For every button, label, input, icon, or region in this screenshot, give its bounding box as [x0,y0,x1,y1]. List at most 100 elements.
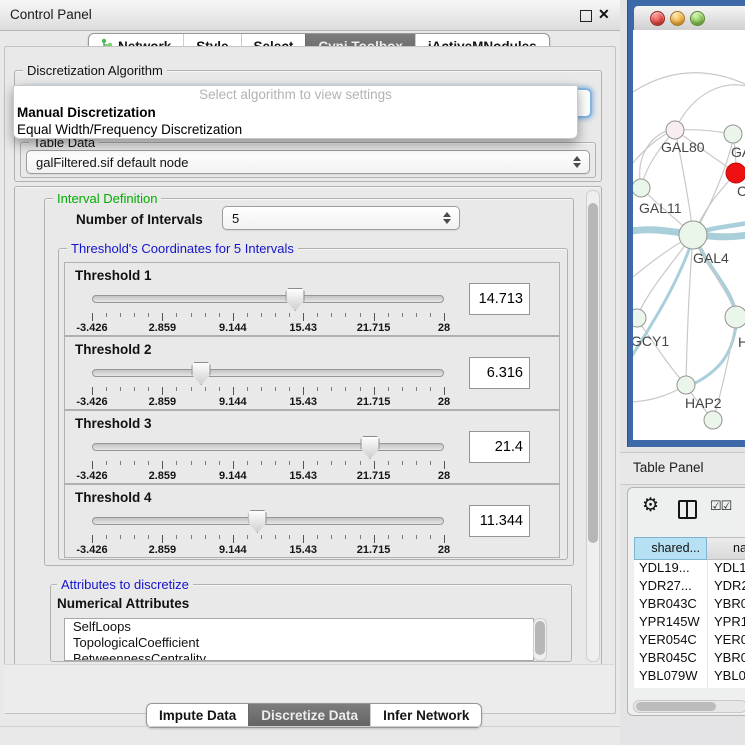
threshold-slider[interactable]: -3.4262.8599.14415.4321.71528 [92,363,444,407]
network-node[interactable] [666,121,684,139]
tab-discretize-data[interactable]: Discretize Data [248,704,370,727]
numerical-attributes-label: Numerical Attributes [57,596,189,611]
table-row[interactable]: YBR043CYBR0 [634,596,745,614]
threshold-panel-3: Threshold 3 -3.4262.8599.14415.4321.7152… [64,410,560,484]
attributes-list[interactable]: SelfLoopsTopologicalCoefficientBetweenne… [64,618,534,661]
columns-icon[interactable] [678,500,697,519]
node-table: shared... na YDL19...YDL1YDR27...YDR2YBR… [634,537,745,688]
table-row[interactable]: YDR27...YDR2 [634,578,745,596]
slider-track[interactable] [92,517,444,525]
table-row[interactable]: YLR345WYLR3 [634,686,745,688]
slider-track[interactable] [92,443,444,451]
threshold-panel-1: Threshold 1 -3.4262.8599.14415.4321.7152… [64,262,560,336]
table-panel-titlebar: Table Panel [620,452,745,485]
threshold-slider[interactable]: -3.4262.8599.14415.4321.71528 [92,437,444,481]
table-panel: ⚙ ☑☑ shared... na YDL19...YDL1YDR27...YD… [627,487,745,716]
scrollbar-thumb[interactable] [535,621,545,655]
tab-infer-network[interactable]: Infer Network [370,704,481,727]
table-header-row: shared... na [634,537,745,560]
table-data-combobox[interactable]: galFiltered.sif default node [26,150,590,174]
algorithm-option-equal-width[interactable]: Equal Width/Frequency Discretization [14,121,577,138]
slider-track[interactable] [92,295,444,303]
network-node[interactable] [633,309,646,327]
table-panel-title: Table Panel [633,460,704,475]
slider-ticks [92,387,444,396]
node-label: GCY1 [633,333,669,349]
table-row[interactable]: YBR045CYBR0 [634,650,745,668]
tab-impute-data[interactable]: Impute Data [147,704,248,727]
threshold-slider[interactable]: -3.4262.8599.14415.4321.71528 [92,289,444,333]
group-title: Interval Definition [53,191,161,206]
divider [0,726,620,727]
column-header-shared-name[interactable]: shared... [634,537,707,560]
slider-thumb[interactable] [192,362,211,385]
network-node[interactable] [726,163,745,183]
network-node[interactable] [724,125,742,143]
group-title: Discretization Algorithm [23,63,167,78]
node-label: GAL80 [661,139,705,155]
threshold-value-field[interactable]: 11.344 [469,505,530,537]
tab-label: Discretize Data [261,708,358,723]
close-icon[interactable]: ✕ [598,6,610,23]
network-canvas[interactable]: GAL80GACGAL11GAL4GCY1HHAP2 [633,30,745,440]
threshold-slider[interactable]: -3.4262.8599.14415.4321.71528 [92,511,444,555]
network-node[interactable] [725,306,745,328]
float-window-icon[interactable] [580,10,592,22]
slider-ticks [92,535,444,544]
combo-spinner-icon [573,156,582,168]
node-label: H [738,334,745,350]
node-label: C [737,183,745,199]
table-row[interactable]: YER054CYER0 [634,632,745,650]
zoom-traffic-light-icon[interactable] [690,11,705,26]
network-node[interactable] [633,179,650,197]
attribute-item[interactable]: SelfLoops [65,619,533,635]
settings-vertical-scrollbar[interactable] [586,190,600,662]
table-horizontal-scrollbar[interactable] [633,700,745,713]
slider-track[interactable] [92,369,444,377]
group-title: Attributes to discretize [57,577,193,592]
threshold-value-field[interactable]: 14.713 [469,283,530,315]
scrollbar-thumb[interactable] [588,203,598,543]
scrollbar-thumb[interactable] [636,702,716,711]
column-header-name[interactable]: na [707,537,745,560]
node-label: GAL11 [639,200,682,216]
node-label: GAL4 [693,250,729,266]
network-node[interactable] [679,221,707,249]
num-intervals-label: Number of Intervals [76,212,203,227]
slider-thumb[interactable] [248,510,267,533]
num-intervals-combobox[interactable]: 5 [222,206,460,230]
threshold-label: Threshold 1 [75,268,152,283]
threshold-value-field[interactable]: 21.4 [469,431,530,463]
slider-thumb[interactable] [361,436,380,459]
algorithm-dropdown-popup: Select algorithm to view settings Manual… [13,85,578,139]
slider-thumb[interactable] [286,288,305,311]
attribute-item[interactable]: BetweennessCentrality [65,651,533,661]
slider-tick-labels: -3.4262.8599.14415.4321.71528 [92,396,444,408]
table-body: YDL19...YDL1YDR27...YDR2YBR043CYBR0YPR14… [634,560,745,688]
table-row[interactable]: YBL079WYBL0 [634,668,745,686]
slider-tick-labels: -3.4262.8599.14415.4321.71528 [92,470,444,482]
attribute-item[interactable]: TopologicalCoefficient [65,635,533,651]
slider-ticks [92,313,444,322]
node-label: GA [731,144,745,160]
table-row[interactable]: YPR145WYPR1 [634,614,745,632]
threshold-panel-4: Threshold 4 -3.4262.8599.14415.4321.7152… [64,484,560,558]
close-traffic-light-icon[interactable] [650,11,665,26]
control-panel: Control Panel ✕ Network Style Select Cyn… [0,0,620,745]
num-intervals-value: 5 [232,211,239,226]
table-row[interactable]: YDL19...YDL1 [634,560,745,578]
algorithm-option-manual[interactable]: Manual Discretization [14,104,577,121]
attributes-group: Attributes to discretize Numerical Attri… [50,584,572,662]
threshold-panel-2: Threshold 2 -3.4262.8599.14415.4321.7152… [64,336,560,410]
minimize-traffic-light-icon[interactable] [670,11,685,26]
algorithm-placeholder-option: Select algorithm to view settings [14,86,577,104]
panel-title: Control Panel [10,7,92,22]
attributes-scrollbar[interactable] [533,618,547,661]
select-columns-checkboxes-icon[interactable]: ☑☑ [710,498,731,514]
gear-icon[interactable]: ⚙ [642,496,659,515]
group-title: Threshold's Coordinates for 5 Intervals [67,241,298,256]
threshold-value-field[interactable]: 6.316 [469,357,530,389]
network-node[interactable] [677,376,695,394]
network-node[interactable] [704,411,722,429]
combo-spinner-icon [443,212,452,224]
